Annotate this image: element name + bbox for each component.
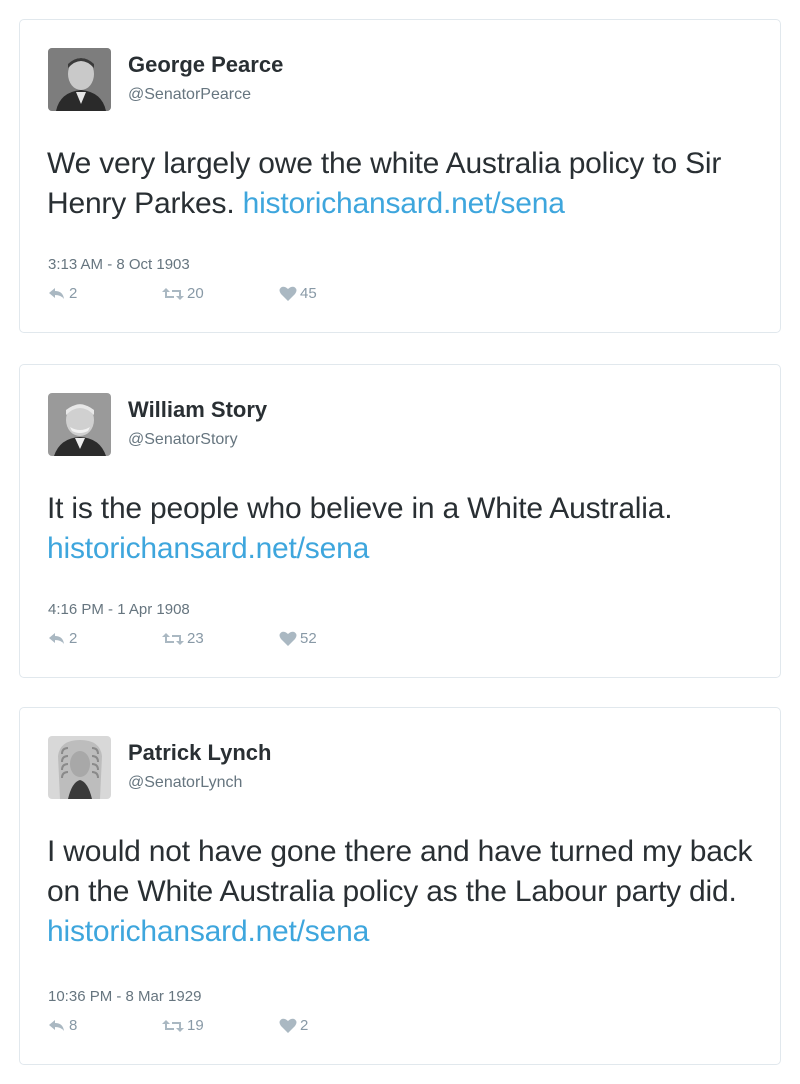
- tweet-timestamp[interactable]: 10:36 PM - 8 Mar 1929: [48, 988, 201, 1005]
- tweet-link[interactable]: historichansard.net/sena: [47, 532, 369, 565]
- author-name[interactable]: William Story: [128, 397, 267, 423]
- heart-icon: [279, 1018, 300, 1033]
- like-count: 45: [300, 285, 317, 302]
- heart-icon: [279, 286, 300, 301]
- reply-button[interactable]: 8: [48, 1017, 77, 1034]
- reply-icon: [48, 1019, 69, 1033]
- like-count: 2: [300, 1017, 309, 1034]
- tweet-text: We very largely owe the white Australia …: [47, 144, 762, 224]
- tweet-actions: 2 20 45: [48, 285, 448, 305]
- tweet-actions: 8 19 2: [48, 1017, 448, 1037]
- tweet-card[interactable]: Patrick Lynch @SenatorLynch I would not …: [19, 707, 781, 1065]
- heart-icon: [279, 631, 300, 646]
- author-handle[interactable]: @SenatorLynch: [128, 774, 242, 792]
- tweet-link[interactable]: historichansard.net/sena: [47, 915, 369, 948]
- tweet-actions: 2 23 52: [48, 630, 448, 650]
- tweet-card[interactable]: George Pearce @SenatorPearce We very lar…: [19, 19, 781, 333]
- reply-button[interactable]: 2: [48, 285, 77, 302]
- avatar-image: [48, 393, 111, 456]
- retweet-button[interactable]: 23: [162, 630, 204, 647]
- like-button[interactable]: 2: [279, 1017, 308, 1034]
- retweet-icon: [162, 1019, 187, 1033]
- reply-icon: [48, 632, 69, 646]
- tweet-body: I would not have gone there and have tur…: [47, 835, 753, 908]
- avatar-image: [48, 736, 111, 799]
- like-button[interactable]: 45: [279, 285, 317, 302]
- tweet-link[interactable]: historichansard.net/sena: [243, 187, 565, 220]
- tweet-body: It is the people who believe in a White …: [47, 492, 673, 525]
- like-count: 52: [300, 630, 317, 647]
- tweet-feed: George Pearce @SenatorPearce We very lar…: [0, 0, 800, 1084]
- retweet-count: 20: [187, 285, 204, 302]
- reply-count: 2: [69, 285, 78, 302]
- tweet-text: I would not have gone there and have tur…: [47, 832, 762, 952]
- avatar[interactable]: [48, 48, 111, 111]
- tweet-text: It is the people who believe in a White …: [47, 489, 762, 569]
- author-handle[interactable]: @SenatorPearce: [128, 86, 251, 104]
- tweet-timestamp[interactable]: 3:13 AM - 8 Oct 1903: [48, 256, 190, 273]
- author-name[interactable]: George Pearce: [128, 52, 283, 78]
- avatar[interactable]: [48, 736, 111, 799]
- reply-count: 8: [69, 1017, 78, 1034]
- author-name[interactable]: Patrick Lynch: [128, 740, 271, 766]
- retweet-count: 19: [187, 1017, 204, 1034]
- retweet-icon: [162, 632, 187, 646]
- retweet-button[interactable]: 20: [162, 285, 204, 302]
- avatar[interactable]: [48, 393, 111, 456]
- retweet-count: 23: [187, 630, 204, 647]
- retweet-icon: [162, 287, 187, 301]
- retweet-button[interactable]: 19: [162, 1017, 204, 1034]
- tweet-card[interactable]: William Story @SenatorStory It is the pe…: [19, 364, 781, 678]
- author-handle[interactable]: @SenatorStory: [128, 431, 238, 449]
- tweet-timestamp[interactable]: 4:16 PM - 1 Apr 1908: [48, 601, 190, 618]
- reply-button[interactable]: 2: [48, 630, 77, 647]
- reply-count: 2: [69, 630, 78, 647]
- avatar-image: [48, 48, 111, 111]
- reply-icon: [48, 287, 69, 301]
- like-button[interactable]: 52: [279, 630, 317, 647]
